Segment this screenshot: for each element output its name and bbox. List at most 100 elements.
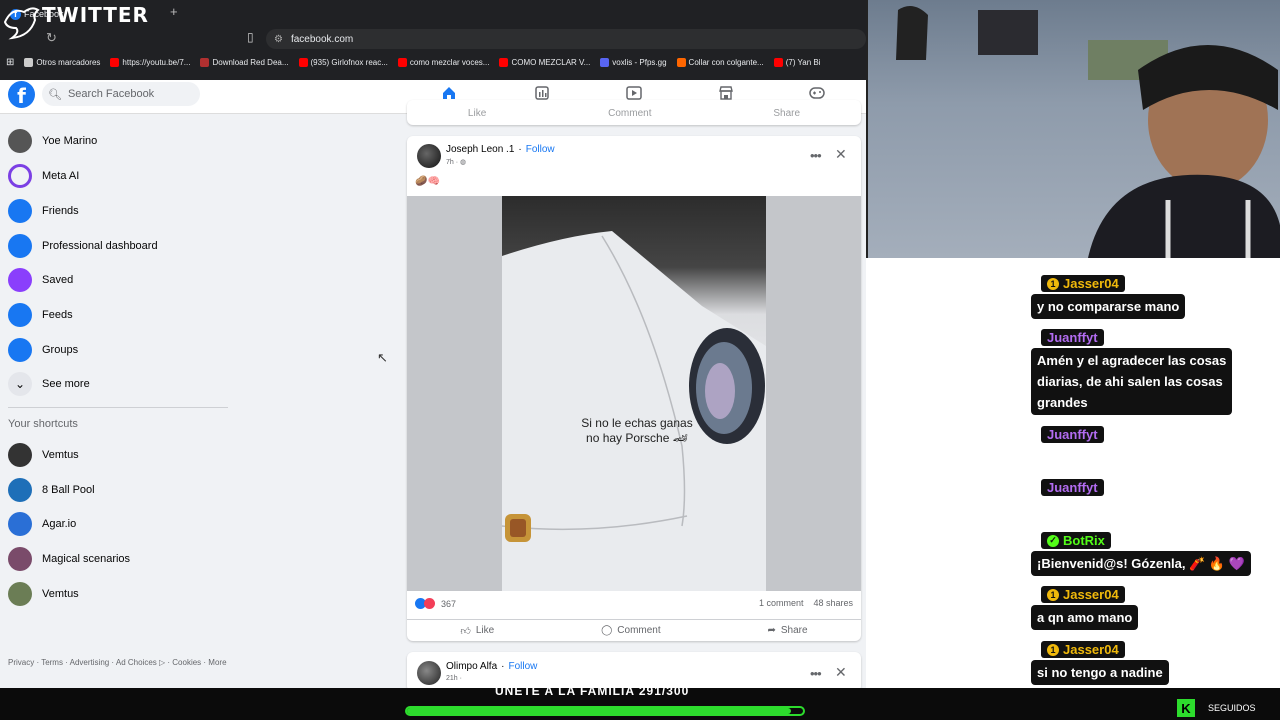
post-author-name[interactable]: Joseph Leon .1 [446, 144, 514, 155]
post2-follow-button[interactable]: Follow [508, 661, 537, 672]
post2-hide-icon[interactable]: ✕ [835, 664, 847, 681]
bookmark-item[interactable]: Otros marcadores [24, 57, 100, 67]
site-info-icon[interactable]: ⚙ [274, 34, 283, 45]
shortcut-item[interactable]: Agar.io [8, 512, 76, 536]
prev-share-button[interactable]: Share [773, 108, 800, 119]
url-text[interactable]: facebook.com [291, 34, 353, 45]
chat-message: y no compararse mano [1031, 294, 1186, 319]
bird-icon [3, 7, 40, 40]
love-reaction-icon [424, 598, 435, 609]
follow-button[interactable]: Follow [526, 144, 555, 155]
chat-username[interactable]: Juanffyt [1041, 426, 1104, 443]
post2-options-icon[interactable]: ••• [810, 666, 822, 681]
webcam-scene [896, 6, 1280, 258]
bookmark-favicon-icon [397, 57, 407, 67]
post-author-avatar[interactable] [417, 144, 441, 168]
share-count[interactable]: 48 shares [813, 598, 853, 608]
bookmark-item[interactable]: (935) Girlofnox reac... [298, 57, 388, 67]
feed-post: Joseph Leon .1 · Follow 7h · ◍ ••• ✕ 🥔🧠 … [407, 136, 861, 641]
kick-logo-icon: K [1177, 699, 1195, 717]
post-author-line: Joseph Leon .1 · Follow [446, 144, 555, 155]
chat-username[interactable]: ✓ BotRix [1041, 532, 1111, 549]
twitter-overlay-logo: TWITTER [2, 2, 149, 42]
engagement-counts: 1 comment 48 shares [759, 598, 853, 608]
shortcuts-heading: Your shortcuts [8, 418, 78, 430]
post-media[interactable]: Si no le echas ganas no hay Porsche 🏎 [407, 196, 861, 591]
bookmark-item[interactable]: como mezclar voces... [397, 57, 489, 67]
like-button[interactable]: 👍︎ Like [460, 625, 494, 637]
nav-home-icon[interactable] [441, 86, 457, 100]
promo-text: UNETE A LA FAMILIA 291/300 [495, 684, 690, 698]
hide-post-icon[interactable]: ✕ [835, 146, 847, 163]
post-caption: 🥔🧠 [415, 176, 440, 187]
post-options-icon[interactable]: ••• [810, 148, 822, 163]
facebook-logo-icon[interactable]: f [8, 81, 35, 108]
follow-status[interactable]: SEGUIDOS [1208, 703, 1256, 713]
bookmark-star-icon[interactable]: ▯ [247, 30, 254, 44]
comment-bubble-icon: ◯ [601, 625, 613, 636]
shortcut-avatar-icon [8, 478, 32, 502]
sidebar-item-saved[interactable]: Saved [8, 268, 73, 292]
comment-count[interactable]: 1 comment [759, 598, 804, 608]
address-bar[interactable]: ⚙ facebook.com [266, 29, 866, 49]
sidebar-item-feeds[interactable]: Feeds [8, 303, 73, 327]
sidebar-item-see-more[interactable]: ⌄ See more [8, 372, 90, 396]
bookmark-item[interactable]: Download Red Dea... [200, 57, 289, 67]
nav-video-icon[interactable] [626, 86, 642, 100]
bookmark-item[interactable]: (7) Yan Bi [773, 57, 821, 67]
chat-username[interactable]: Juanffyt [1041, 479, 1104, 496]
chevron-down-icon: ⌄ [8, 372, 32, 396]
thumbs-up-icon: 👍︎ [460, 625, 471, 637]
post2-author-avatar[interactable] [417, 661, 441, 685]
bookmark-icon [8, 268, 32, 292]
subscriber-badge-icon: 1 [1047, 643, 1059, 656]
reaction-summary[interactable]: 367 [415, 598, 456, 609]
chat-username[interactable]: 1 Jasser04 [1041, 586, 1125, 603]
shortcut-avatar-icon [8, 443, 32, 467]
sidebar-item-professional-dashboard[interactable]: Professional dashboard [8, 234, 158, 258]
bookmark-favicon-icon [298, 57, 308, 67]
nav-dashboard-icon[interactable] [534, 86, 550, 100]
meta-ai-icon [8, 164, 32, 188]
sidebar-divider [8, 407, 228, 408]
subscriber-badge-icon: 1 [1047, 588, 1059, 601]
search-input[interactable]: 🔍︎ Search Facebook [42, 82, 200, 106]
share-button[interactable]: ➦ Share [767, 625, 807, 636]
footer-links[interactable]: Privacy · Terms · Advertising · Ad Choic… [8, 657, 238, 668]
comment-button[interactable]: ◯ Comment [601, 625, 661, 636]
shortcut-item[interactable]: Vemtus [8, 443, 79, 467]
chat-username[interactable]: 1 Jasser04 [1041, 641, 1125, 658]
nav-marketplace-icon[interactable] [718, 86, 734, 100]
sidebar-item-groups[interactable]: Groups [8, 338, 78, 362]
shortcut-item[interactable]: 8 Ball Pool [8, 478, 95, 502]
chat-message: ¡Bienvenid@s! Gózenla, 🧨 🔥 💜 [1031, 551, 1251, 576]
shortcut-item[interactable]: Vemtus [8, 582, 79, 606]
friends-icon [8, 199, 32, 223]
chat-username[interactable]: 1 Jasser04 [1041, 275, 1125, 292]
prev-comment-button[interactable]: Comment [608, 108, 651, 119]
shortcut-avatar-icon [8, 547, 32, 571]
sidebar-item-yoe-marino[interactable]: Yoe Marino [8, 129, 97, 153]
reload-icon[interactable]: ↻ [46, 30, 57, 46]
mouse-cursor-icon: ↖ [377, 350, 388, 365]
webcam-overlay [866, 0, 1280, 258]
new-tab-button[interactable]: + [170, 4, 178, 19]
shortcut-item[interactable]: Magical scenarios [8, 547, 130, 571]
chat-message: a qn amo mano [1031, 605, 1139, 630]
sidebar-item-meta-ai[interactable]: Meta AI [8, 164, 79, 188]
chat-username[interactable]: Juanffyt [1041, 329, 1104, 346]
nav-gaming-icon[interactable] [809, 86, 825, 100]
previous-post-actions: Like Comment Share [407, 108, 861, 119]
bookmark-favicon-icon [24, 57, 34, 67]
bookmark-item[interactable]: voxlis - Pfps.gg [600, 57, 667, 67]
share-arrow-icon: ➦ [767, 625, 776, 636]
post2-author-name[interactable]: Olimpo Alfa [446, 661, 497, 672]
apps-grid-icon[interactable]: ⊞ [6, 57, 14, 68]
shortcut-avatar-icon [8, 512, 32, 536]
follower-goal-fill [407, 708, 791, 714]
bookmark-item[interactable]: Collar con colgante... [676, 57, 764, 67]
bookmark-item[interactable]: https://youtu.be/7... [110, 57, 190, 67]
prev-like-button[interactable]: Like [468, 108, 486, 119]
sidebar-item-friends[interactable]: Friends [8, 199, 79, 223]
bookmark-item[interactable]: COMO MEZCLAR V... [499, 57, 590, 67]
